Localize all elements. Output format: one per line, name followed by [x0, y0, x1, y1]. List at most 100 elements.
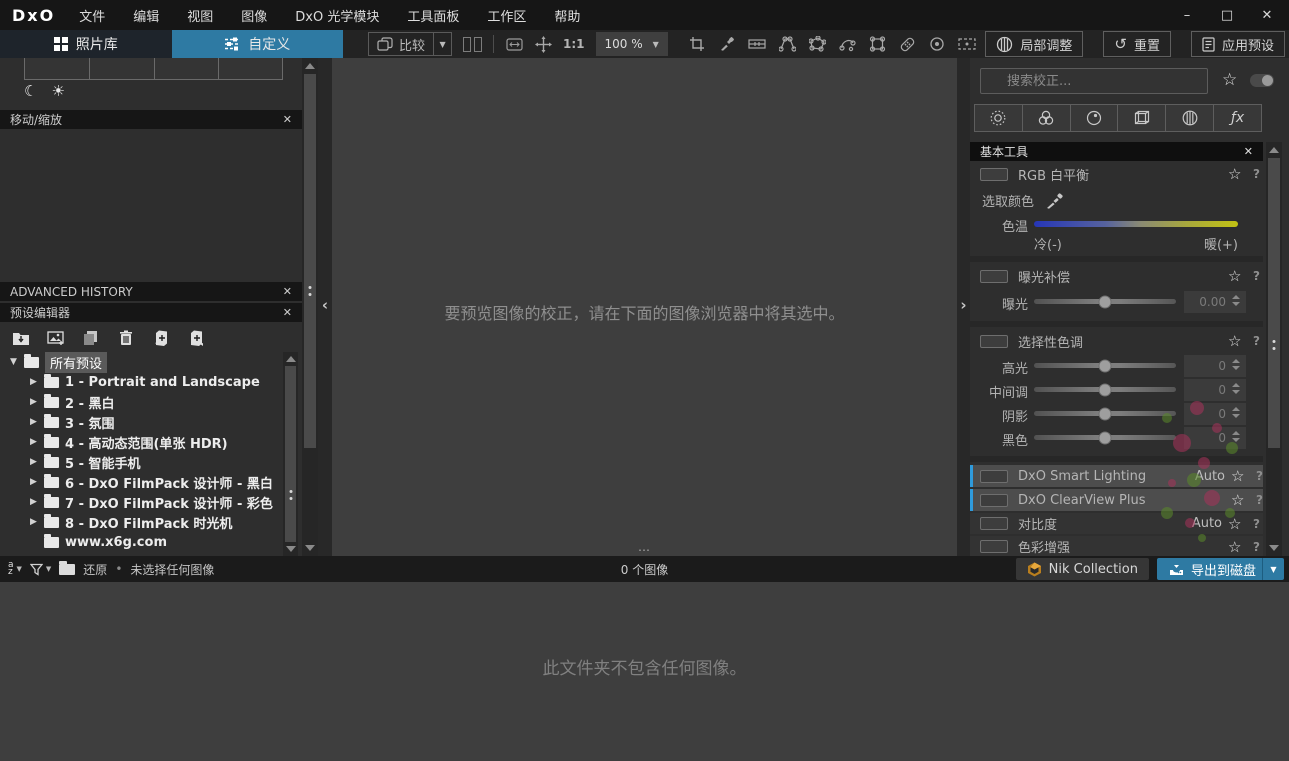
close-icon[interactable]: ✕	[283, 306, 292, 319]
zoom-level-select[interactable]: 100 % ▼	[595, 32, 668, 56]
temperature-slider[interactable]	[1034, 221, 1238, 227]
tree-expanded-icon[interactable]: ▼	[8, 357, 19, 367]
favorites-filter-icon[interactable]: ☆	[1222, 70, 1237, 90]
midtones-slider[interactable]	[1034, 383, 1176, 396]
shadows-slider[interactable]	[1034, 407, 1176, 420]
right-panel-scrollbar[interactable]	[1266, 142, 1282, 556]
spinner[interactable]	[1232, 383, 1240, 394]
import-preset-icon[interactable]	[12, 329, 30, 347]
shadows-value-box[interactable]: 0	[1184, 403, 1246, 425]
highlights-value-box[interactable]: 0	[1184, 355, 1246, 377]
duplicate-preset-icon[interactable]	[82, 329, 100, 347]
local-adjustments-button[interactable]: 局部调整	[985, 31, 1084, 57]
tree-collapsed-icon[interactable]: ▶	[28, 457, 39, 467]
preset-root-row[interactable]: ▼ 所有预设	[0, 351, 283, 373]
zoom-1to1-button[interactable]: 1:1	[563, 37, 585, 51]
blacks-value-box[interactable]: 0	[1184, 427, 1246, 449]
slider-knob[interactable]	[1098, 383, 1112, 396]
control-points-tool-icon[interactable]	[778, 35, 796, 53]
smart-lighting-checkbox[interactable]	[980, 469, 1008, 483]
preset-row[interactable]: ▶ 7 - DxO FilmPack 设计师 - 彩色	[0, 492, 283, 512]
slider-knob[interactable]	[1098, 431, 1112, 444]
menu-tool-panels[interactable]: 工具面板	[407, 6, 459, 25]
white-balance-checkbox[interactable]	[980, 167, 1008, 181]
left-panel-scrollbar[interactable]	[302, 58, 318, 556]
menu-edit[interactable]: 编辑	[133, 6, 159, 25]
compare-dropdown[interactable]: ▼	[433, 33, 451, 55]
create-preset-from-image-icon[interactable]	[47, 329, 65, 347]
tab-color[interactable]	[1021, 104, 1071, 132]
menu-workspace[interactable]: 工作区	[487, 6, 526, 25]
selective-tone-checkbox[interactable]	[980, 334, 1008, 348]
menu-help[interactable]: 帮助	[554, 6, 580, 25]
tree-collapsed-icon[interactable]: ▶	[28, 497, 39, 507]
help-icon[interactable]: ?	[1256, 469, 1263, 483]
eyedropper-icon[interactable]	[1046, 192, 1064, 209]
tree-collapsed-icon[interactable]: ▶	[28, 397, 39, 407]
help-icon[interactable]: ?	[1253, 517, 1260, 531]
favorite-star-icon[interactable]: ☆	[1231, 467, 1244, 485]
tree-collapsed-icon[interactable]: ▶	[28, 477, 39, 487]
contrast-checkbox[interactable]	[980, 517, 1008, 530]
nik-collection-button[interactable]: Nik Collection	[1015, 558, 1149, 580]
menu-view[interactable]: 视图	[187, 6, 213, 25]
tab-light[interactable]	[974, 104, 1023, 132]
new-partial-preset-icon[interactable]	[187, 329, 205, 347]
collapse-left-icon[interactable]: ‹	[322, 296, 328, 314]
slider-knob[interactable]	[1098, 359, 1112, 372]
apply-preset-button[interactable]: 应用预设	[1190, 31, 1285, 57]
exposure-checkbox[interactable]	[980, 269, 1008, 283]
spinner[interactable]	[1232, 359, 1240, 370]
exposure-slider[interactable]	[1034, 295, 1176, 308]
menu-optics-modules[interactable]: DxO 光学模块	[295, 6, 379, 25]
export-to-disk-button[interactable]: 导出到磁盘	[1156, 558, 1268, 580]
help-icon[interactable]: ?	[1256, 493, 1263, 507]
tab-effects[interactable]: ƒx	[1213, 104, 1262, 132]
red-eye-tool-icon[interactable]	[928, 35, 946, 53]
active-corrections-toggle[interactable]	[1250, 74, 1274, 87]
favorite-star-icon[interactable]: ☆	[1228, 515, 1241, 533]
menu-file[interactable]: 文件	[79, 6, 105, 25]
preset-row[interactable]: ▶ 6 - DxO FilmPack 设计师 - 黑白	[0, 472, 283, 492]
reset-button[interactable]: ↺ 重置	[1103, 31, 1171, 57]
slider-knob[interactable]	[1098, 407, 1112, 420]
contrast-mode[interactable]: Auto	[1166, 516, 1222, 531]
favorite-star-icon[interactable]: ☆	[1228, 165, 1241, 183]
clearview-checkbox[interactable]	[980, 493, 1008, 507]
favorite-star-icon[interactable]: ☆	[1231, 491, 1244, 509]
favorite-star-icon[interactable]: ☆	[1228, 332, 1241, 350]
tree-collapsed-icon[interactable]: ▶	[28, 517, 39, 527]
minimize-button[interactable]: –	[1179, 8, 1195, 23]
local-adjustment-mask-icon[interactable]	[958, 35, 976, 53]
preset-tree-scrollbar[interactable]	[283, 352, 298, 556]
tab-geometry[interactable]	[1117, 104, 1167, 132]
tree-collapsed-icon[interactable]: ▶	[28, 417, 39, 427]
spinner[interactable]	[1232, 431, 1240, 442]
midtones-value-box[interactable]: 0	[1184, 379, 1246, 401]
preset-row[interactable]: ▶ 1 - Portrait and Landscape	[0, 372, 283, 392]
favorite-star-icon[interactable]: ☆	[1228, 267, 1241, 285]
tab-customize[interactable]: 自定义	[171, 30, 343, 58]
repair-tool-icon[interactable]	[898, 35, 916, 53]
control-polygon-tool-icon[interactable]	[808, 35, 826, 53]
maximize-button[interactable]: □	[1219, 8, 1235, 23]
shadow-clipping-icon[interactable]: ☾	[24, 82, 37, 100]
slider-knob[interactable]	[1098, 295, 1112, 308]
help-icon[interactable]: ?	[1253, 167, 1260, 181]
preset-row[interactable]: ▶ 3 - 氛围	[0, 412, 283, 432]
export-options-dropdown[interactable]: ▼	[1262, 558, 1284, 580]
close-icon[interactable]: ✕	[283, 285, 292, 298]
new-preset-icon[interactable]	[152, 329, 170, 347]
compare-button[interactable]: 比较	[369, 35, 433, 54]
preset-row[interactable]: ▶ 4 - 高动态范围(单张 HDR)	[0, 432, 283, 452]
close-icon[interactable]: ✕	[1244, 145, 1253, 158]
scrollbar-grip[interactable]	[1272, 340, 1276, 350]
horizon-tool-icon[interactable]	[748, 35, 766, 53]
tree-collapsed-icon[interactable]: ▶	[28, 377, 39, 387]
help-icon[interactable]: ?	[1253, 334, 1260, 348]
preset-row[interactable]: ▶ 5 - 智能手机	[0, 452, 283, 472]
spinner[interactable]	[1232, 407, 1240, 418]
exposure-value-box[interactable]: 0.00	[1184, 291, 1246, 313]
fit-screen-icon[interactable]	[505, 35, 523, 53]
preset-row[interactable]: ▶ 8 - DxO FilmPack 时光机	[0, 512, 283, 532]
